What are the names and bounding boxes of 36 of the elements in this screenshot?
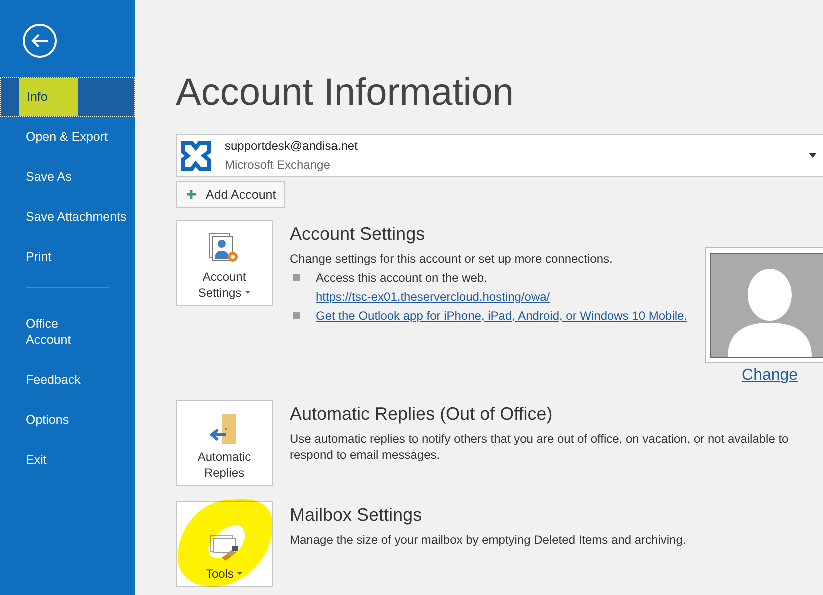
section-tile-button[interactable]: Account Settings [176,220,273,306]
sidebar-item[interactable]: Office Account [0,304,135,360]
sidebar-item[interactable]: Print [0,237,135,277]
bullet-icon [293,312,300,319]
back-button[interactable] [23,24,57,58]
exchange-logo-icon [181,140,211,170]
sidebar-item[interactable]: Info [0,77,135,117]
change-photo-link[interactable]: Change [742,367,798,385]
bullet-text: Access this account on the web. [316,270,488,286]
person-silhouette-icon [728,266,812,356]
section-description: Manage the size of your mailbox by emptying Deleted Items and archiving. [290,532,688,548]
account-selector[interactable]: supportdesk@andisa.net Microsoft Exchange [176,134,823,177]
sidebar-item[interactable]: Save As [0,157,135,197]
caret-icon [244,291,251,294]
section-title: Mailbox Settings [290,505,424,526]
sidebar-item[interactable]: Save Attachments [0,197,135,237]
sidebar-item[interactable]: Feedback [0,360,135,400]
plus-icon [187,190,196,199]
section-tile-button[interactable]: Tools [176,501,273,587]
section-title: Automatic Replies (Out of Office) [290,404,554,425]
dropdown-caret-icon [808,153,817,158]
bullet-icon [293,274,300,281]
link[interactable]: https://tsc-ex01.theservercloud.hosting/owa/ [316,289,550,305]
back-arrow-icon [31,34,49,48]
account-type: Microsoft Exchange [225,158,332,172]
add-account-button[interactable]: Add Account [176,181,286,208]
sidebar-item[interactable]: Open & Export [0,117,135,157]
account-email: supportdesk@andisa.net [225,139,359,153]
page-title: Account Information [176,72,515,115]
link[interactable]: Get the Outlook app for iPhone, iPad, Android, or Windows 10 Mobile. [316,308,688,324]
sidebar-item[interactable]: Exit [0,440,135,480]
sidebar-item[interactable]: Options [0,400,135,440]
section-tile-button[interactable]: Automatic Replies [176,400,273,486]
section-description: Change settings for this account or set up more connections. [290,251,614,267]
section-description: Use automatic replies to notify others that you are out of office, on vacation, or not available to respond to email messages. [290,431,790,463]
section-title: Account Settings [290,224,426,245]
